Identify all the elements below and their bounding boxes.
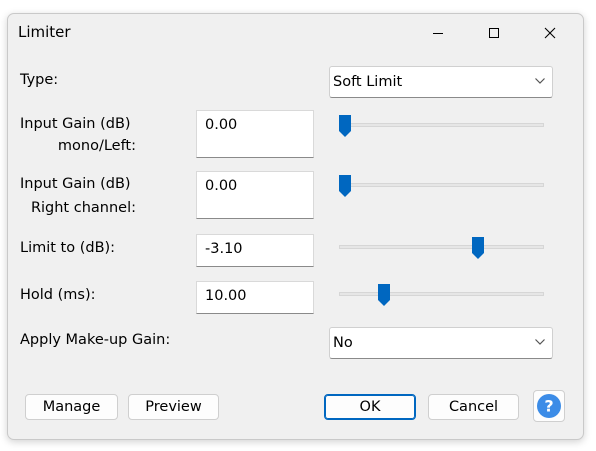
- slider-thumb[interactable]: [472, 237, 484, 259]
- type-dropdown[interactable]: Soft Limit: [329, 66, 553, 98]
- slider-track: [339, 245, 544, 249]
- limiter-dialog: Limiter Type: Soft Limit Input Gain (dB)…: [7, 13, 584, 440]
- input-gain-left-slider[interactable]: [339, 115, 544, 137]
- input-gain-left-label-line2: mono/Left:: [57, 138, 136, 154]
- manage-button[interactable]: Manage: [25, 394, 118, 420]
- chevron-down-icon: [535, 339, 545, 345]
- limit-to-field[interactable]: -3.10: [196, 234, 314, 267]
- minimize-icon: [433, 33, 443, 34]
- hold-slider[interactable]: [339, 284, 544, 306]
- slider-track: [339, 123, 544, 127]
- help-icon: ?: [537, 394, 561, 418]
- limit-to-slider[interactable]: [339, 237, 544, 259]
- minimize-button[interactable]: [410, 14, 466, 52]
- slider-track: [339, 292, 544, 296]
- slider-thumb[interactable]: [339, 115, 351, 137]
- makeup-gain-dropdown-value: No: [333, 335, 353, 351]
- limit-to-label: Limit to (dB):: [20, 240, 116, 256]
- makeup-gain-label: Apply Make-up Gain:: [20, 332, 171, 348]
- hold-label: Hold (ms):: [20, 287, 96, 303]
- hold-field[interactable]: 10.00: [196, 281, 314, 314]
- close-icon: [544, 27, 556, 39]
- help-button[interactable]: ?: [533, 390, 565, 422]
- input-gain-right-label-line1: Input Gain (dB): [20, 176, 131, 192]
- type-dropdown-value: Soft Limit: [333, 74, 403, 90]
- chevron-down-icon: [535, 78, 545, 84]
- close-button[interactable]: [522, 14, 578, 52]
- input-gain-left-label-line1: Input Gain (dB): [20, 116, 131, 132]
- input-gain-left-field[interactable]: 0.00: [196, 110, 314, 158]
- input-gain-right-field[interactable]: 0.00: [196, 171, 314, 219]
- ok-button[interactable]: OK: [324, 394, 416, 420]
- window-title: Limiter: [18, 23, 71, 41]
- slider-track: [339, 183, 544, 187]
- input-gain-right-slider[interactable]: [339, 175, 544, 197]
- input-gain-right-label-line2: Right channel:: [30, 200, 136, 216]
- type-label: Type:: [20, 72, 59, 88]
- cancel-button[interactable]: Cancel: [428, 394, 519, 420]
- maximize-icon: [489, 28, 499, 38]
- svg-text:?: ?: [544, 397, 553, 416]
- maximize-button[interactable]: [466, 14, 522, 52]
- title-bar: Limiter: [8, 14, 583, 52]
- preview-button[interactable]: Preview: [128, 394, 219, 420]
- slider-thumb[interactable]: [339, 175, 351, 197]
- makeup-gain-dropdown[interactable]: No: [329, 327, 553, 359]
- slider-thumb[interactable]: [378, 284, 390, 306]
